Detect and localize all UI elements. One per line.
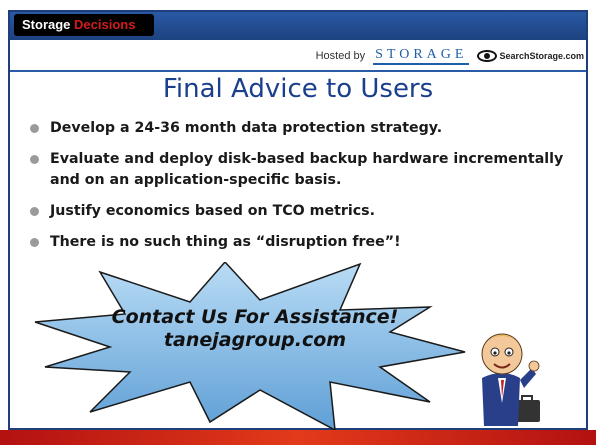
bullet-dot-icon <box>30 238 39 247</box>
footer-bar <box>0 430 596 445</box>
bullet-list: Develop a 24-36 month data protection st… <box>28 118 568 263</box>
bullet-item: Evaluate and deploy disk-based backup ha… <box>28 149 568 191</box>
searchstorage-label: SearchStorage.com <box>499 51 584 61</box>
bullet-item: Develop a 24-36 month data protection st… <box>28 118 568 139</box>
bullet-item: There is no such thing as “disruption fr… <box>28 232 568 253</box>
header-divider <box>10 70 586 72</box>
bullet-text: Justify economics based on TCO metrics. <box>50 203 375 219</box>
bullet-dot-icon <box>30 207 39 216</box>
bullet-dot-icon <box>30 155 39 164</box>
callout-text: Contact Us For Assistance! tanejagroup.c… <box>110 306 400 352</box>
bullet-item: Justify economics based on TCO metrics. <box>28 201 568 222</box>
sponsor-row: Hosted by STORAGE SearchStorage.com <box>316 46 584 66</box>
callout-line-1: Contact Us For Assistance! <box>111 306 399 328</box>
logo-decisions-text: Decisions <box>74 17 136 32</box>
bullet-dot-icon <box>30 124 39 133</box>
storage-magazine-logo: STORAGE <box>373 47 470 65</box>
businessman-clipart <box>481 333 540 426</box>
hosted-by-label: Hosted by <box>315 50 366 62</box>
searchstorage-logo: SearchStorage.com <box>477 50 584 62</box>
bullet-text: Evaluate and deploy disk-based backup ha… <box>50 151 564 188</box>
callout-line-2: tanejagroup.com <box>163 329 347 351</box>
slide: Storage Decisions Hosted by STORAGE Sear… <box>0 0 596 445</box>
bullet-text: Develop a 24-36 month data protection st… <box>50 120 443 136</box>
logo-storage-text: Storage <box>22 17 71 32</box>
bullet-text: There is no such thing as “disruption fr… <box>50 234 401 250</box>
searchstorage-eye-icon <box>477 50 498 62</box>
slide-title: Final Advice to Users <box>162 74 434 104</box>
storage-decisions-logo: Storage Decisions <box>14 14 154 36</box>
